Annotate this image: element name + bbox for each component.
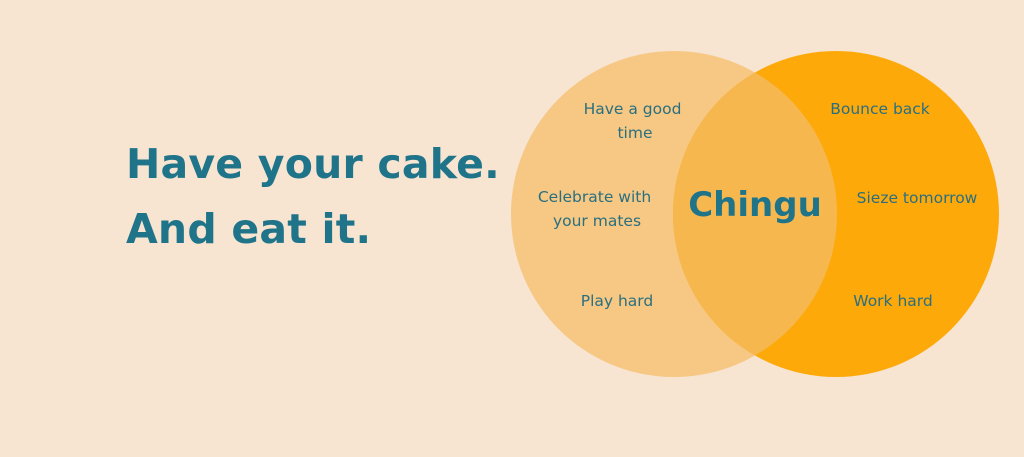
right-item-bounce-back: Bounce back	[830, 100, 930, 118]
right-item-sieze-tomorrow: Sieze tomorrow	[857, 189, 978, 207]
venn-diagram: Have a good time Celebrate with your mat…	[511, 51, 999, 377]
left-item-play-hard: Play hard	[581, 292, 654, 310]
venn-center-label: Chingu	[688, 185, 822, 225]
right-item-work-hard: Work hard	[853, 292, 932, 310]
